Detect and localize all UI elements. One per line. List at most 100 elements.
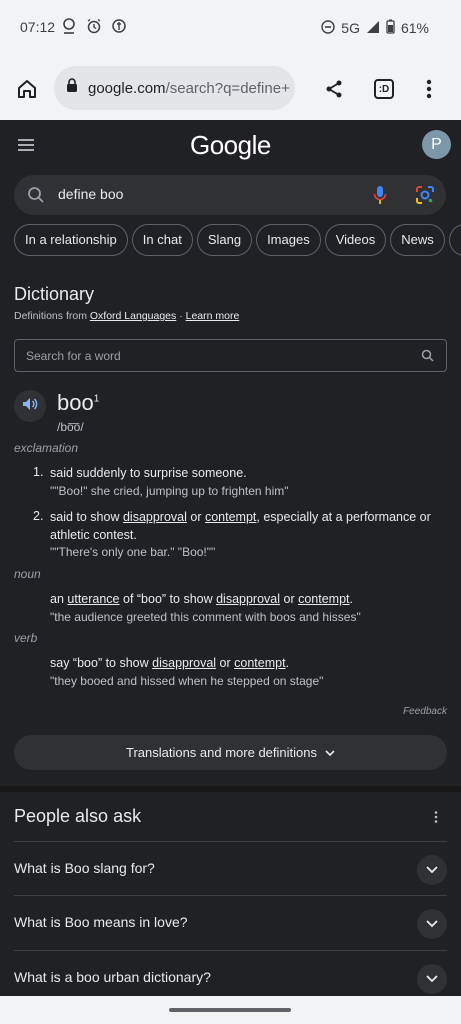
- contempt-link[interactable]: contempt: [298, 592, 349, 606]
- oxford-languages-link[interactable]: Oxford Languages: [90, 310, 176, 322]
- pronunciation-audio-button[interactable]: [14, 390, 46, 422]
- question-row[interactable]: What is a boo urban dictionary?: [14, 950, 447, 996]
- word-search-placeholder: Search for a word: [26, 349, 121, 363]
- home-gesture-handle[interactable]: [169, 1008, 291, 1012]
- sense-definition: say “boo” to show disapproval or contemp…: [50, 654, 445, 672]
- chevron-down-icon: [325, 745, 335, 760]
- battery-percent: 61%: [400, 20, 429, 36]
- more-options-icon[interactable]: [434, 810, 438, 828]
- disapproval-link[interactable]: disapproval: [216, 592, 280, 606]
- question-row[interactable]: What is Boo means in love?: [14, 895, 447, 950]
- dictionary-source: Definitions from Oxford Languages · Lear…: [14, 310, 239, 322]
- face-unlock-icon: [60, 17, 78, 35]
- sense-definition: an utterance of “boo” to show disapprova…: [50, 590, 445, 608]
- speaker-icon: [22, 397, 38, 416]
- question-text: What is Boo slang for?: [14, 860, 155, 876]
- sense-example: ""Boo!" she cried, jumping up to frighte…: [50, 484, 289, 498]
- definition-text: or: [280, 592, 299, 606]
- pos-exclamation: exclamation: [14, 441, 79, 455]
- tab-count: :D: [374, 79, 394, 99]
- data-saver-icon: [110, 17, 128, 35]
- definition-text: or: [186, 510, 205, 524]
- sense-number: 2.: [33, 509, 44, 523]
- headword-superscript: 1: [93, 393, 100, 405]
- sense-example: ""There's only one bar." "Boo!"": [50, 545, 216, 559]
- source-separator: ·: [179, 310, 183, 322]
- pos-verb: verb: [14, 631, 38, 645]
- section-divider: [0, 786, 461, 792]
- chevron-down-icon[interactable]: [417, 855, 447, 885]
- status-time: 07:12: [20, 19, 56, 35]
- hamburger-menu-icon[interactable]: [17, 138, 35, 157]
- status-bar: 07:12 5G 61%: [0, 0, 461, 56]
- pos-noun: noun: [14, 567, 41, 581]
- share-icon[interactable]: [321, 76, 347, 102]
- more-menu-icon[interactable]: [416, 76, 442, 102]
- chip-in-chat[interactable]: In chat: [131, 224, 193, 256]
- lock-icon: [66, 78, 78, 98]
- question-text: What is Boo means in love?: [14, 914, 188, 930]
- utterance-link[interactable]: utterance: [67, 592, 119, 606]
- learn-more-link[interactable]: Learn more: [186, 310, 240, 322]
- url-text: google.com/search?q=define+: [88, 80, 290, 97]
- definition-text: or: [216, 656, 235, 670]
- source-prefix: Definitions from: [14, 310, 87, 322]
- search-query[interactable]: define boo: [58, 186, 123, 202]
- search-bar[interactable]: define boo: [14, 175, 446, 215]
- chevron-down-icon[interactable]: [417, 909, 447, 939]
- question-text: What is a boo urban dictionary?: [14, 969, 211, 985]
- definition-text: said suddenly to surprise someone.: [50, 466, 247, 480]
- definition-text: .: [349, 592, 353, 606]
- network-type: 5G: [341, 20, 360, 36]
- dnd-icon: [321, 19, 335, 37]
- disapproval-link[interactable]: disapproval: [123, 510, 187, 524]
- translations-label: Translations and more definitions: [125, 745, 317, 760]
- url-domain: google.com: [88, 79, 166, 97]
- alarm-icon: [85, 17, 103, 35]
- google-logo[interactable]: Google: [190, 130, 271, 161]
- filter-chips: In a relationship In chat Slang Images Video…: [14, 224, 461, 256]
- definition-text: say “boo” to show: [50, 656, 153, 670]
- contempt-link[interactable]: contempt: [205, 510, 256, 524]
- url-bar[interactable]: google.com/search?q=define+: [54, 66, 295, 110]
- dictionary-title: Dictionary: [14, 284, 95, 304]
- feedback-link[interactable]: Feedback: [403, 706, 447, 717]
- sense-example: "the audience greeted this comment with …: [50, 610, 361, 624]
- gesture-nav-bar: [0, 996, 461, 1024]
- headword-text: boo: [57, 390, 94, 415]
- chip-videos[interactable]: Videos: [324, 224, 387, 256]
- question-row[interactable]: What is Boo slang for?: [14, 841, 447, 896]
- chip-overflow[interactable]: [448, 224, 461, 256]
- microphone-icon[interactable]: [373, 185, 387, 210]
- pronunciation: /bo͞o/: [57, 420, 84, 434]
- contempt-link[interactable]: contempt: [234, 656, 285, 670]
- chip-news[interactable]: News: [390, 224, 445, 256]
- signal-icon: [366, 20, 380, 37]
- chip-images[interactable]: Images: [256, 224, 321, 256]
- home-icon[interactable]: [14, 76, 40, 102]
- sense-example: "they booed and hissed when he stepped o…: [50, 674, 324, 688]
- translations-button[interactable]: Translations and more definitions: [14, 735, 447, 770]
- word-search-icon[interactable]: [421, 349, 434, 367]
- chip-in-a-relationship[interactable]: In a relationship: [14, 224, 128, 256]
- disapproval-link[interactable]: disapproval: [152, 656, 216, 670]
- definition-text: an: [50, 592, 68, 606]
- status-right: 5G 61%: [321, 19, 429, 37]
- google-header: Google P: [0, 120, 461, 172]
- search-icon: [27, 186, 45, 209]
- google-lens-icon[interactable]: [415, 185, 435, 210]
- word-search-input[interactable]: Search for a word: [14, 339, 447, 372]
- headword: boo1: [57, 390, 99, 416]
- search-results-page: Google P define boo In a relationship In …: [0, 120, 461, 996]
- definition-text: .: [285, 656, 290, 670]
- avatar[interactable]: P: [422, 130, 451, 159]
- sense-definition: said suddenly to surprise someone.: [50, 464, 445, 482]
- url-path: /search?q=define+: [165, 79, 290, 97]
- people-also-ask-title: People also ask: [14, 806, 142, 826]
- battery-icon: [386, 19, 395, 37]
- chevron-down-icon[interactable]: [417, 964, 447, 994]
- tab-switcher-button[interactable]: :D: [371, 76, 397, 102]
- definition-text: of “boo” to show: [119, 592, 217, 606]
- chip-slang[interactable]: Slang: [196, 224, 253, 256]
- sense-definition: said to show disapproval or contempt, es…: [50, 508, 445, 544]
